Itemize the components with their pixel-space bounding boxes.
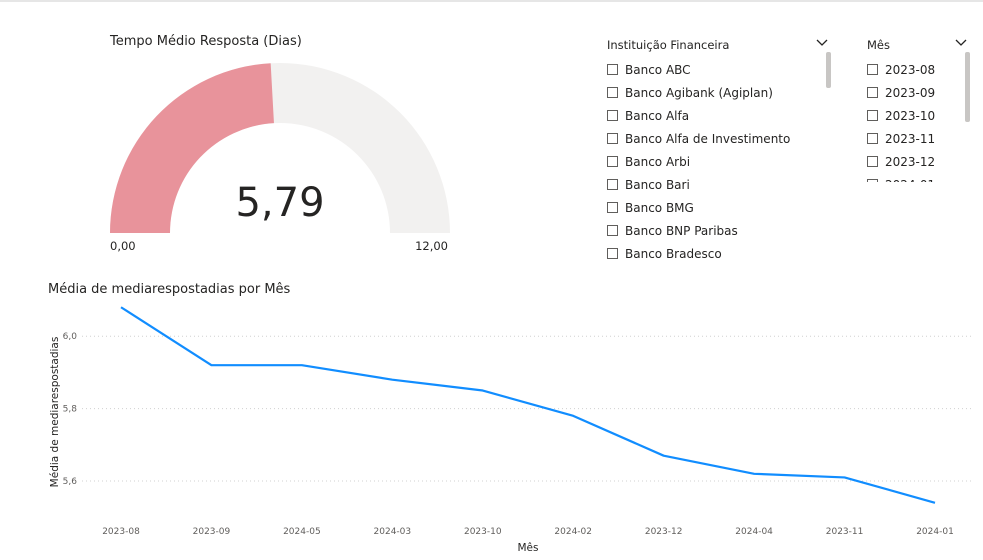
line-chart[interactable]: 5,65,86,0 2023-08 2023-09 2024-05 2024-03 20… [0, 0, 983, 560]
data-point[interactable] [750, 470, 758, 478]
x-tick-label: 2023-10 [464, 527, 502, 537]
x-tick-label: 2024-04 [735, 527, 773, 537]
y-tick-label: 5,8 [63, 405, 78, 415]
x-tick-label: 2024-02 [554, 527, 592, 537]
data-point[interactable] [569, 412, 577, 420]
x-tick-label: 2023-11 [826, 527, 864, 537]
x-axis-ticks: 2023-08 2023-09 2024-05 2024-03 2023-10 2024-… [102, 527, 954, 537]
x-tick-label: 2024-05 [283, 527, 321, 537]
data-point[interactable] [479, 387, 487, 395]
y-tick-label: 6,0 [63, 332, 78, 342]
data-point[interactable] [207, 361, 215, 369]
data-point[interactable] [117, 303, 125, 311]
gridlines [82, 335, 972, 482]
data-point[interactable] [660, 452, 668, 460]
data-point[interactable] [298, 361, 306, 369]
x-tick-label: 2024-03 [374, 527, 412, 537]
data-point[interactable] [388, 376, 396, 384]
y-tick-label: 5,6 [63, 477, 78, 487]
data-point[interactable] [841, 473, 849, 481]
series-line[interactable] [120, 306, 936, 504]
x-axis-label: Mês [518, 542, 539, 554]
x-tick-label: 2023-12 [645, 527, 683, 537]
y-axis-ticks: 5,6 5,8 6,0 [63, 332, 78, 487]
x-tick-label: 2023-08 [102, 527, 140, 537]
x-tick-label: 2023-09 [193, 527, 231, 537]
y-axis-label: Média de mediarespostadias [49, 337, 61, 488]
data-point[interactable] [931, 499, 939, 507]
x-tick-label: 2024-01 [916, 527, 954, 537]
